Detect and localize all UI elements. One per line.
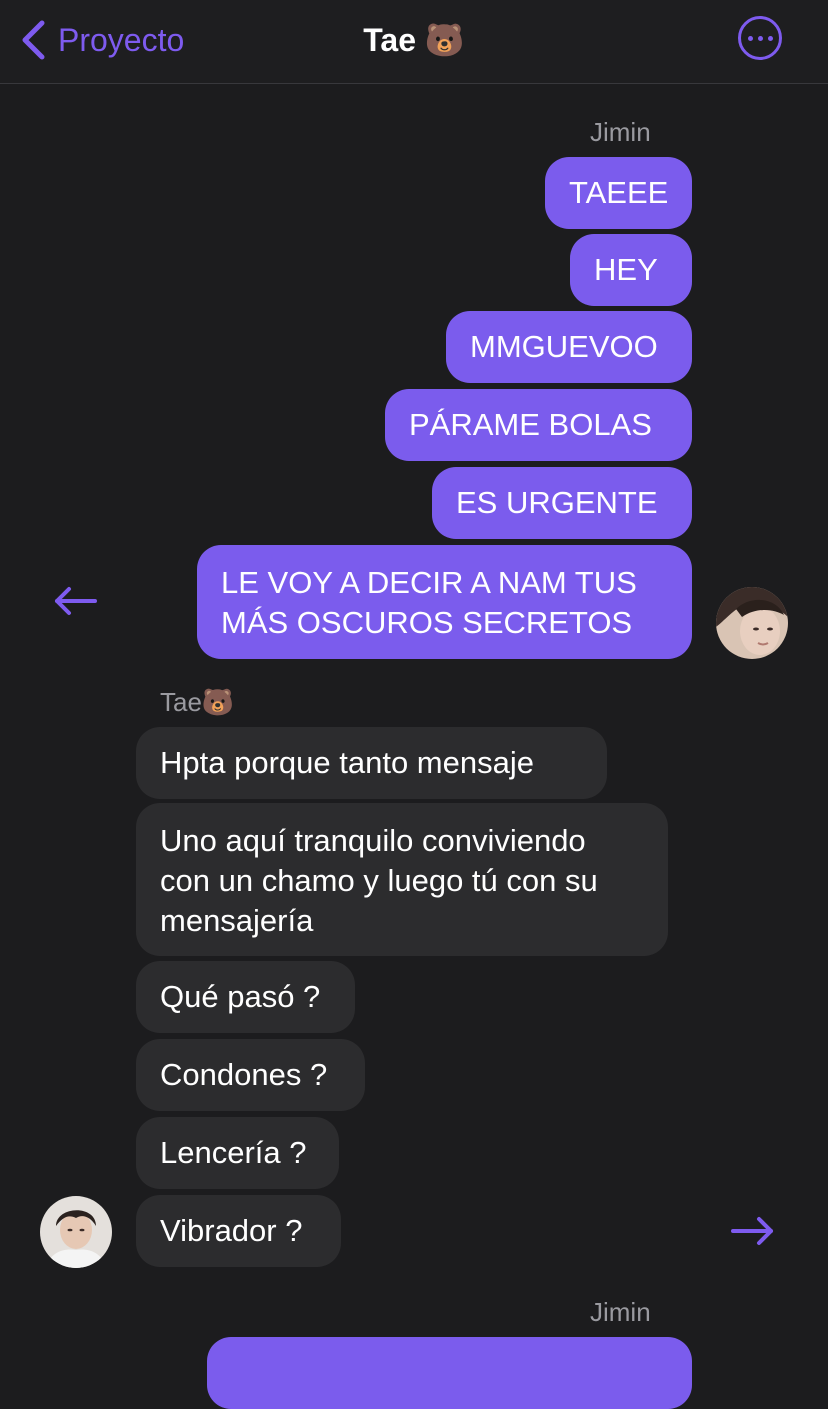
message-bubble[interactable]: HEY — [570, 234, 692, 306]
message-bubble[interactable]: Lencería ? — [136, 1117, 339, 1189]
message-bubble[interactable]: MMGUEVOO — [446, 311, 692, 383]
arrow-right-icon[interactable] — [730, 1216, 776, 1246]
sender-name: Tae🐻 — [160, 687, 235, 717]
dot — [747, 35, 753, 41]
message-bubble-partial[interactable] — [207, 1337, 692, 1409]
sender-name: Jimin — [590, 117, 651, 147]
sender-name: Jimin — [590, 1297, 651, 1327]
dot — [767, 35, 773, 41]
avatar-tae[interactable] — [40, 1196, 112, 1268]
message-bubble[interactable]: ES URGENTE — [432, 467, 692, 539]
message-bubble[interactable]: PÁRAME BOLAS — [385, 389, 692, 461]
message-bubble[interactable]: Qué pasó ? — [136, 961, 355, 1033]
message-bubble[interactable]: Condones ? — [136, 1039, 365, 1111]
dot — [757, 35, 763, 41]
chat-title: Tae 🐻 — [363, 22, 465, 58]
arrow-left-icon[interactable] — [52, 586, 98, 616]
message-bubble[interactable]: LE VOY A DECIR A NAM TUS MÁS OSCUROS SEC… — [197, 545, 692, 659]
message-bubble[interactable]: TAEEE — [545, 157, 692, 229]
avatar-jimin[interactable] — [716, 587, 788, 659]
message-bubble[interactable]: Hpta porque tanto mensaje — [136, 727, 607, 799]
message-bubble[interactable]: Vibrador ? — [136, 1195, 341, 1267]
nav-bar: Proyecto Tae 🐻 — [0, 0, 828, 84]
message-bubble[interactable]: Uno aquí tranquilo conviviendo con un ch… — [136, 803, 668, 956]
ellipsis-circle-icon[interactable] — [738, 16, 782, 60]
